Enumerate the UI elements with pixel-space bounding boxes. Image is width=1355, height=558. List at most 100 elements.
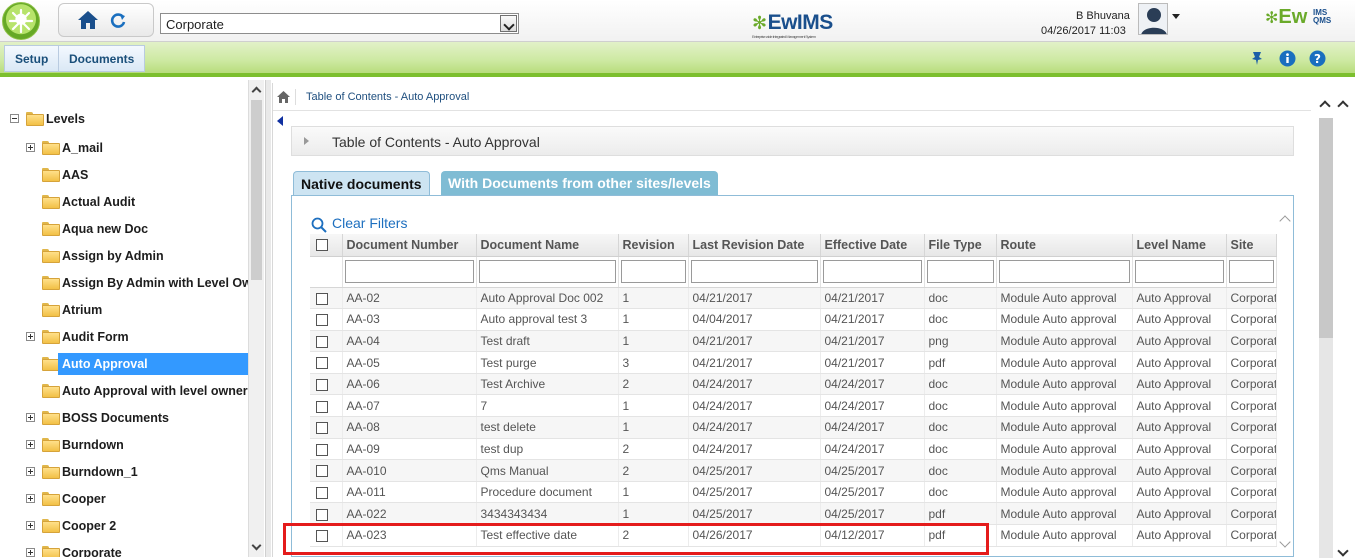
table-cell[interactable]: Module Auto approval [996,394,1133,418]
tab-other-sites[interactable]: With Documents from other sites/levels [441,171,718,195]
refresh-icon[interactable] [109,12,127,33]
breadcrumb-home-icon[interactable] [277,91,290,106]
pane-splitter[interactable] [265,80,271,557]
column-filter-input[interactable] [998,260,1130,283]
table-cell[interactable]: AA-03 [342,308,477,331]
expand-icon[interactable] [26,548,35,557]
pin-icon[interactable] [1249,50,1265,69]
expand-icon[interactable] [26,332,35,341]
table-cell[interactable]: Test Archive [476,373,619,396]
column-header[interactable]: Document Number [342,234,477,257]
site-select[interactable]: Corporate [160,13,519,34]
table-cell[interactable]: Module Auto approval [996,524,1133,547]
row-checkbox[interactable] [316,465,328,478]
collapse-icon[interactable] [10,114,19,123]
menu-setup[interactable]: Setup [4,45,60,72]
content-scrollbar[interactable] [1309,93,1355,558]
column-filter-input[interactable] [344,260,474,283]
column-filter-input[interactable] [1228,260,1274,283]
table-cell[interactable]: Module Auto approval [996,438,1133,461]
column-header[interactable]: Site [1226,234,1277,257]
column-header[interactable]: File Type [924,234,997,257]
menu-documents[interactable]: Documents [58,45,146,72]
table-cell[interactable]: AA-07 [342,394,477,418]
table-cell[interactable]: AA-010 [342,459,477,482]
table-cell[interactable]: 7 [476,394,619,418]
table-row[interactable]: AA-011 Procedure document 1 04/25/2017 04/25… [310,481,1277,504]
help-icon[interactable]: ? [1309,50,1326,70]
home-icon[interactable] [77,10,99,33]
table-cell[interactable]: Auto Approval Doc 002 [476,287,619,310]
table-cell[interactable]: Module Auto approval [996,416,1133,439]
panel-toggle-icon[interactable] [304,137,309,145]
table-row[interactable]: AA-02 Auto Approval Doc 002 1 04/21/2017 04/… [310,287,1277,310]
column-filter-input[interactable] [822,260,922,283]
table-row[interactable]: AA-022 3434343434 1 04/25/2017 04/25/2017 pdf… [310,502,1277,526]
table-cell[interactable]: AA-06 [342,373,477,396]
scroll-up-icon[interactable] [1319,100,1331,112]
table-cell[interactable]: Module Auto approval [996,287,1133,310]
chevron-down-icon[interactable] [500,15,517,32]
user-avatar-icon[interactable] [1138,3,1168,35]
table-cell[interactable]: Module Auto approval [996,308,1133,331]
table-cell[interactable]: Module Auto approval [996,373,1133,396]
row-checkbox[interactable] [316,335,328,348]
table-cell[interactable]: test delete [476,416,619,439]
column-header[interactable]: Effective Date [820,234,925,257]
table-row[interactable]: AA-05 Test purge 3 04/21/2017 04/21/2017 pdf M… [310,351,1277,374]
row-checkbox[interactable] [316,486,328,499]
column-filter-input[interactable] [1134,260,1224,283]
table-cell[interactable]: Module Auto approval [996,481,1133,504]
select-all-header[interactable] [310,234,343,257]
expand-icon[interactable] [26,440,35,449]
grid-scroll-down-icon[interactable] [1279,536,1291,548]
tab-native-documents[interactable]: Native documents [293,171,430,195]
clear-filters-link[interactable]: Clear Filters [311,215,407,233]
tree-scroll-thumb[interactable] [251,100,262,280]
table-cell[interactable]: AA-022 [342,502,477,526]
table-cell[interactable]: AA-09 [342,438,477,461]
table-cell[interactable]: Test effective date [476,524,619,547]
table-cell[interactable]: AA-04 [342,330,477,353]
table-row[interactable]: AA-06 Test Archive 2 04/24/2017 04/24/2017 do… [310,373,1277,396]
breadcrumb-current[interactable]: Table of Contents - Auto Approval [306,91,469,103]
column-header[interactable]: Revision [618,234,689,257]
table-cell[interactable]: Qms Manual [476,459,619,482]
table-row[interactable]: AA-03 Auto approval test 3 1 04/04/2017 04/2… [310,308,1277,331]
info-icon[interactable] [1279,50,1296,70]
expand-icon[interactable] [26,143,35,152]
row-checkbox[interactable] [316,400,328,413]
expand-icon[interactable] [26,494,35,503]
table-cell[interactable]: Auto approval test 3 [476,308,619,331]
table-row[interactable]: AA-09 test dup 2 04/24/2017 04/24/2017 doc Mod… [310,438,1277,461]
row-checkbox[interactable] [316,422,328,435]
column-filter-input[interactable] [620,260,686,283]
column-filter-input[interactable] [690,260,818,283]
table-row[interactable]: AA-07 7 1 04/24/2017 04/24/2017 doc Module Aut… [310,394,1277,418]
table-cell[interactable]: Module Auto approval [996,502,1133,526]
content-scroll-thumb[interactable] [1319,118,1333,338]
table-cell[interactable]: AA-08 [342,416,477,439]
table-cell[interactable]: test dup [476,438,619,461]
table-cell[interactable]: AA-011 [342,481,477,504]
table-cell[interactable]: Module Auto approval [996,459,1133,482]
table-cell[interactable]: AA-02 [342,287,477,310]
table-cell[interactable]: Procedure document [476,481,619,504]
expand-icon[interactable] [26,413,35,422]
column-header[interactable]: Level Name [1132,234,1227,257]
table-cell[interactable]: 3434343434 [476,502,619,526]
row-checkbox[interactable] [316,379,328,391]
table-cell[interactable]: Module Auto approval [996,351,1133,374]
select-all-checkbox[interactable] [316,239,328,252]
row-checkbox[interactable] [316,292,328,305]
app-logo-icon[interactable] [2,2,40,40]
column-header[interactable]: Document Name [476,234,619,257]
row-checkbox[interactable] [316,508,328,521]
table-cell[interactable]: AA-05 [342,351,477,374]
column-filter-input[interactable] [926,260,994,283]
table-cell[interactable]: Module Auto approval [996,330,1133,353]
table-row[interactable]: AA-04 Test draft 1 04/21/2017 04/21/2017 png M… [310,330,1277,353]
row-checkbox[interactable] [316,443,328,456]
user-menu-caret-icon[interactable] [1172,14,1180,19]
table-row[interactable]: AA-010 Qms Manual 2 04/25/2017 04/25/2017 doc… [310,459,1277,482]
